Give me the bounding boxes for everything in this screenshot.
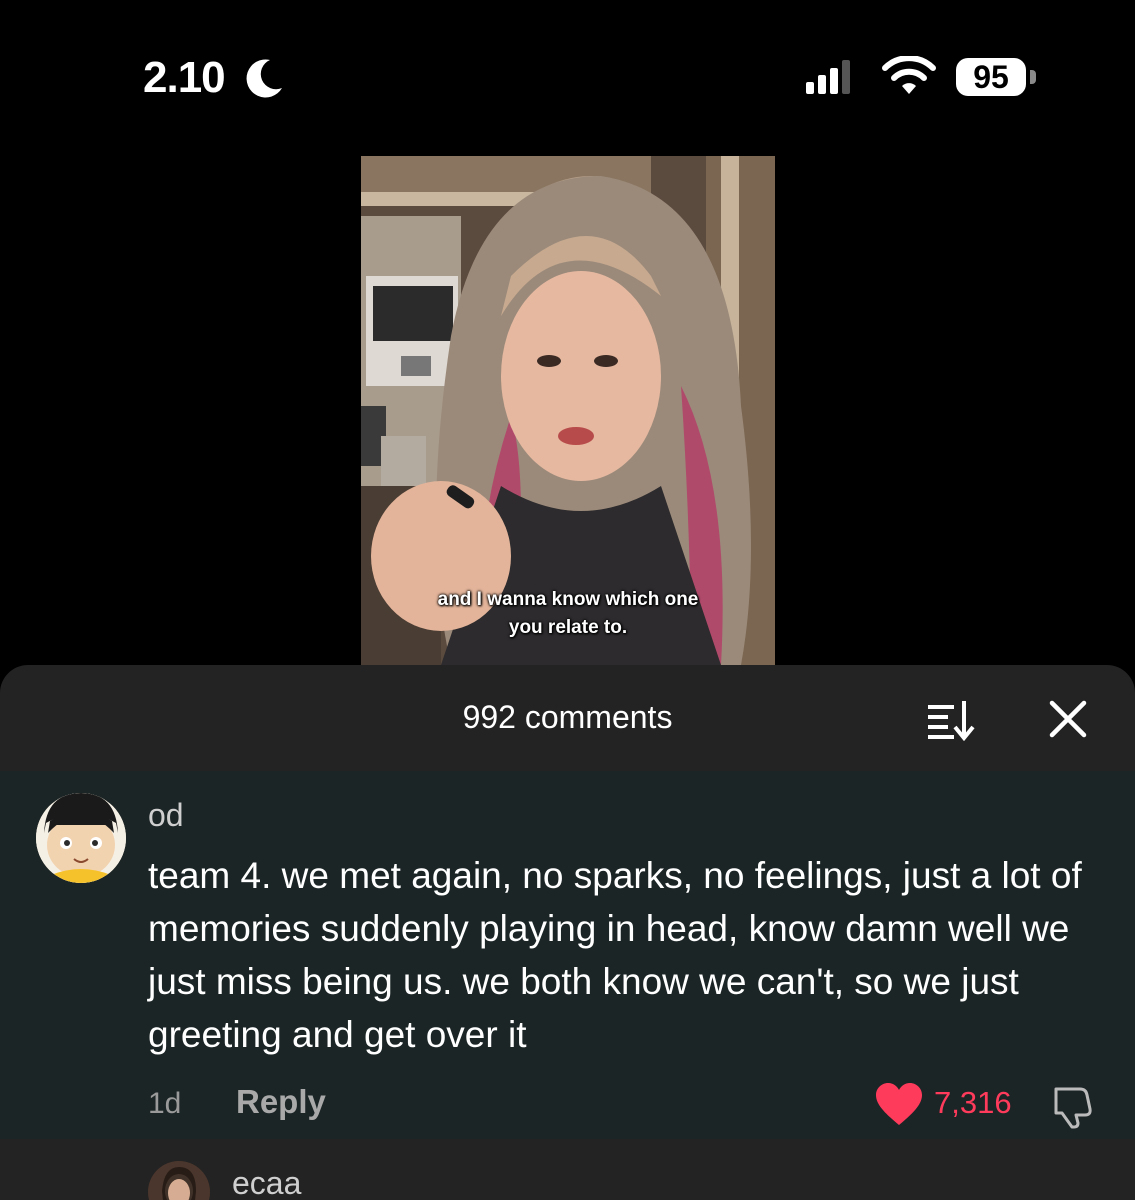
- status-time: 2.10: [143, 53, 226, 102]
- avatar-illustration: [36, 793, 126, 883]
- battery-indicator: 95: [956, 58, 1026, 96]
- video-player[interactable]: and I wanna know which one you relate to…: [361, 156, 775, 665]
- avatar-photo: [148, 1161, 210, 1200]
- comment-text: team 4. we met again, no sparks, no feel…: [148, 855, 1082, 1055]
- comment-item: od team 4. we met again, no sparks, no f…: [0, 771, 1135, 1139]
- comment-item: ecaa: [0, 1139, 1135, 1200]
- reply-button[interactable]: Reply: [236, 1083, 326, 1121]
- moon-icon: [246, 59, 282, 98]
- dislike-icon[interactable]: [1050, 1085, 1094, 1129]
- sort-icon[interactable]: [926, 697, 976, 741]
- comments-header: 992 comments: [0, 665, 1135, 771]
- caption-line-2: you relate to.: [508, 617, 628, 638]
- like-count: 7,316: [934, 1085, 1012, 1120]
- heart-icon[interactable]: [876, 1083, 922, 1127]
- caption-line-1: and I wanna know which one: [437, 589, 699, 610]
- battery-cap: [1030, 70, 1036, 84]
- close-icon[interactable]: [1046, 697, 1090, 741]
- wifi-icon: [882, 56, 936, 94]
- comments-sheet: 992 comments od team 4. we met again, no…: [0, 665, 1135, 1200]
- comment-username[interactable]: ecaa: [232, 1165, 301, 1200]
- avatar[interactable]: [36, 793, 126, 883]
- cellular-signal-icon: [806, 60, 850, 94]
- comment-age: 1d: [148, 1087, 182, 1120]
- video-caption: and I wanna know which one you relate to…: [361, 586, 775, 642]
- comment-username[interactable]: od: [148, 795, 184, 835]
- avatar[interactable]: [148, 1161, 210, 1200]
